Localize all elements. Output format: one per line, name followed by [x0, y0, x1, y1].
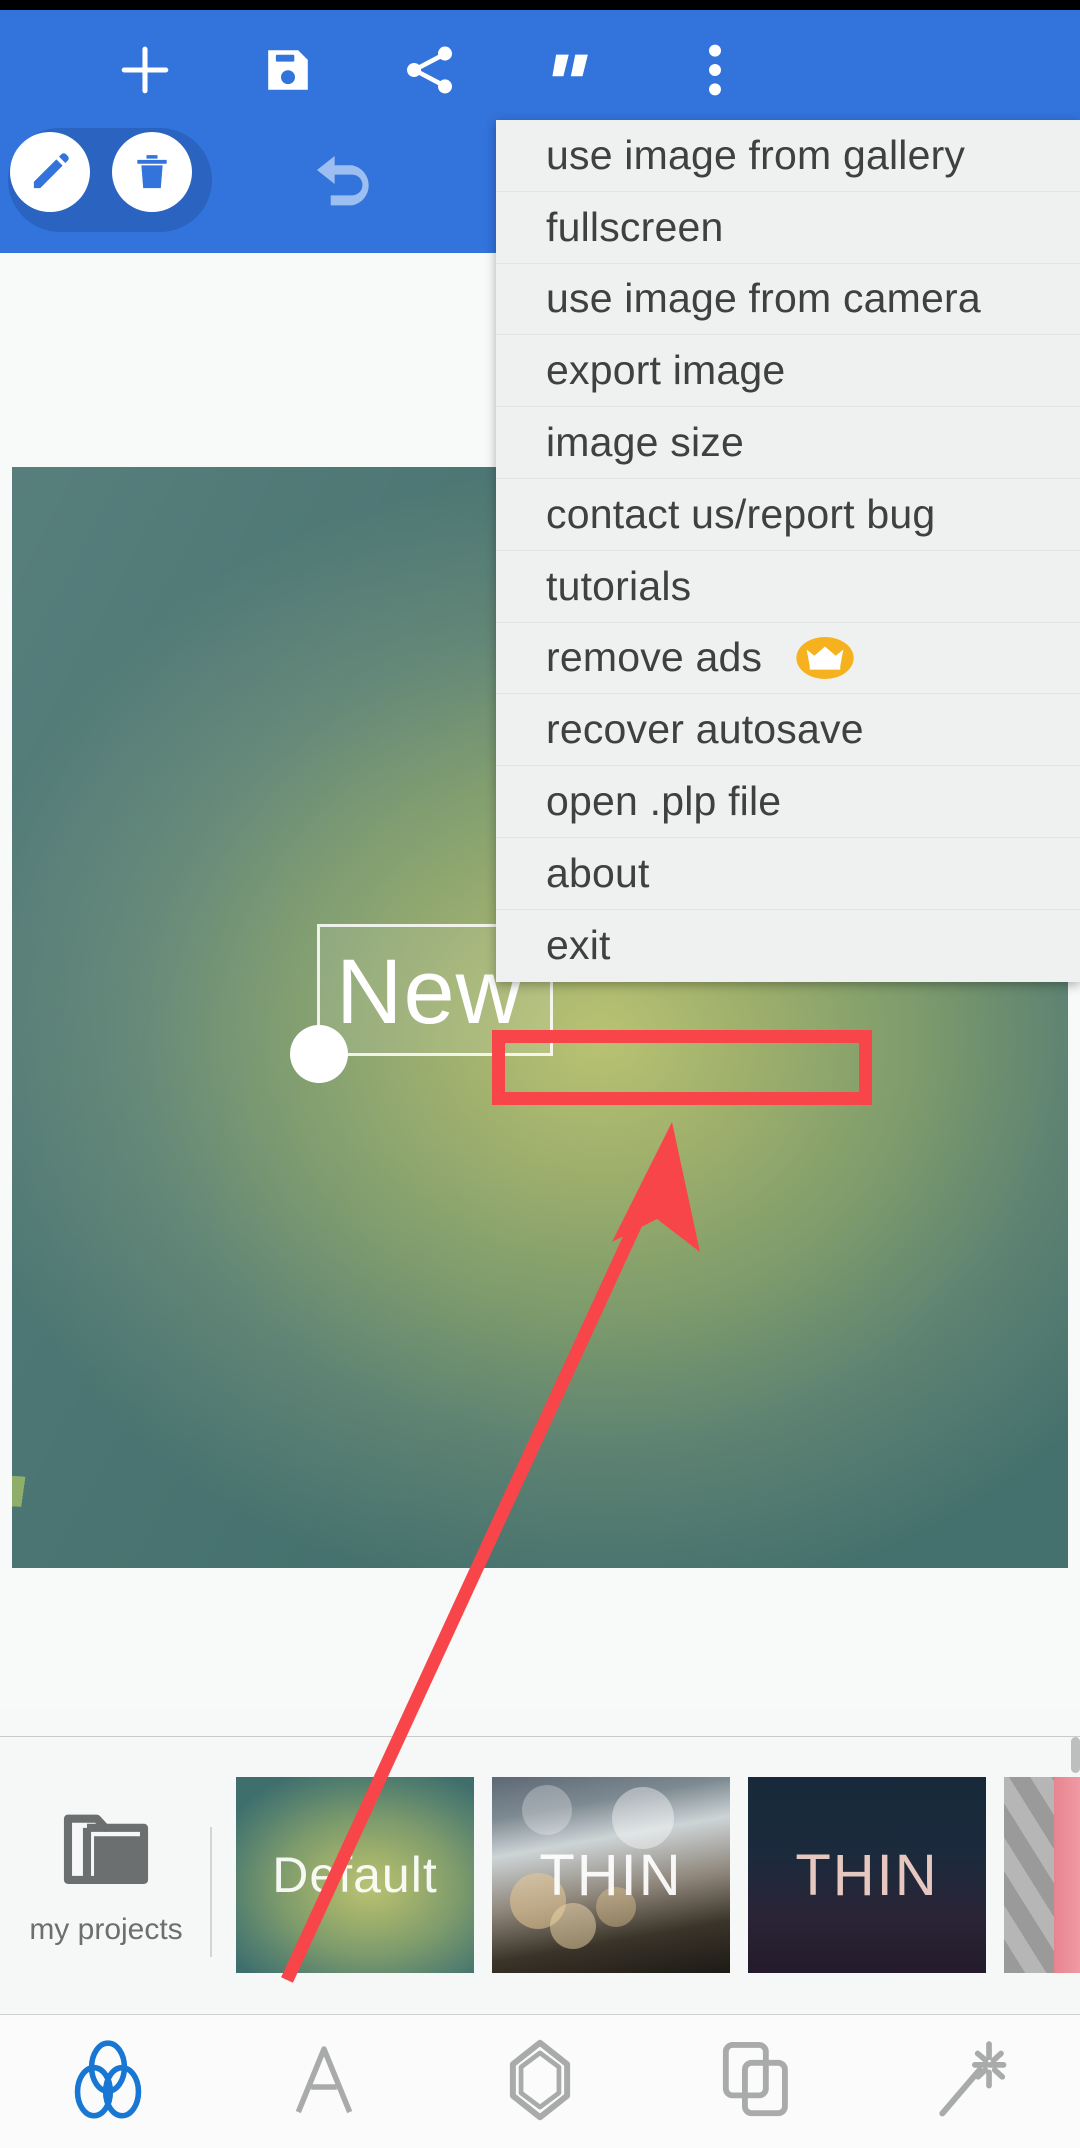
delete-button[interactable] — [112, 132, 192, 212]
nav-item-text[interactable] — [216, 2015, 432, 2148]
menu-item-image-size[interactable]: image size — [496, 407, 1080, 479]
quote-icon[interactable] — [512, 10, 632, 130]
menu-item-use-image-from-gallery[interactable]: use image from gallery — [496, 120, 1080, 192]
menu-item-label: tutorials — [546, 562, 692, 609]
app-root: New use image from gallery fullscreen us… — [0, 0, 1080, 2148]
shape-icon — [505, 2039, 575, 2126]
layers-icon — [718, 2040, 794, 2125]
nav-item-layers[interactable] — [648, 2015, 864, 2148]
toolbar-primary-row — [0, 10, 1080, 130]
menu-item-remove-ads[interactable]: remove ads — [496, 623, 1080, 695]
menu-item-label: image size — [546, 419, 744, 466]
thumbnail-thin-dark[interactable]: THIN — [748, 1777, 986, 1973]
menu-item-contact-us-report-bug[interactable]: contact us/report bug — [496, 479, 1080, 551]
menu-item-open-plp-file[interactable]: open .plp file — [496, 766, 1080, 838]
magic-wand-icon — [934, 2039, 1010, 2126]
undo-button[interactable] — [290, 134, 400, 234]
thumbnail-label: THIN — [539, 1842, 683, 1908]
thumbnail-default[interactable]: Default — [236, 1777, 474, 1973]
menu-item-label: recover autosave — [546, 706, 864, 753]
add-icon[interactable] — [85, 10, 205, 130]
save-icon[interactable] — [228, 10, 348, 130]
thumbnail-label: THIN — [795, 1842, 939, 1908]
nav-item-effects[interactable] — [864, 2015, 1080, 2148]
menu-item-tutorials[interactable]: tutorials — [496, 551, 1080, 623]
menu-item-recover-autosave[interactable]: recover autosave — [496, 694, 1080, 767]
thumbnail-thin-bokeh[interactable]: THIN — [492, 1777, 730, 1973]
overflow-menu[interactable]: use image from gallery fullscreen use im… — [496, 120, 1080, 982]
menu-item-label: contact us/report bug — [546, 490, 936, 537]
project-strip[interactable]: my projects Default THIN THIN — [0, 1736, 1080, 2015]
menu-item-fullscreen[interactable]: fullscreen — [496, 192, 1080, 264]
bokeh-dot — [522, 1785, 572, 1835]
menu-item-label: open .plp file — [546, 778, 782, 825]
resize-handle[interactable] — [290, 1025, 348, 1083]
crown-icon — [796, 636, 854, 679]
folder-icon — [60, 1806, 152, 1899]
status-bar — [0, 0, 1080, 10]
menu-item-label: fullscreen — [546, 203, 724, 250]
nav-item-shape[interactable] — [432, 2015, 648, 2148]
nav-item-filters[interactable] — [0, 2015, 216, 2148]
menu-item-use-image-from-camera[interactable]: use image from camera — [496, 264, 1080, 336]
bottom-navigation[interactable] — [0, 2014, 1080, 2148]
thumbnail-pink-band — [1054, 1777, 1080, 1973]
thumbnail-stripes[interactable] — [1004, 1777, 1080, 1973]
text-icon — [289, 2040, 359, 2125]
menu-item-exit[interactable]: exit — [496, 910, 1080, 982]
strip-divider — [210, 1827, 212, 1957]
edit-button[interactable] — [10, 132, 90, 212]
menu-item-label: use image from gallery — [546, 131, 966, 178]
menu-item-export-image[interactable]: export image — [496, 335, 1080, 408]
filters-icon — [69, 2039, 147, 2126]
menu-item-label: about — [546, 849, 650, 896]
my-projects-button[interactable]: my projects — [0, 1737, 212, 2015]
my-projects-label: my projects — [29, 1912, 183, 1946]
share-icon[interactable] — [370, 10, 490, 130]
menu-item-label: export image — [546, 347, 786, 394]
bokeh-dot — [612, 1787, 674, 1849]
menu-item-about[interactable]: about — [496, 838, 1080, 910]
menu-item-label: remove ads — [546, 634, 763, 681]
text-object-value: New — [336, 941, 524, 1043]
menu-item-label: use image from camera — [546, 275, 981, 322]
thumbnail-label: Default — [272, 1847, 438, 1903]
menu-item-label: exit — [546, 922, 611, 969]
strip-scrollbar[interactable] — [1071, 1737, 1080, 1773]
overflow-menu-icon[interactable] — [655, 10, 775, 130]
bokeh-dot — [550, 1903, 596, 1949]
